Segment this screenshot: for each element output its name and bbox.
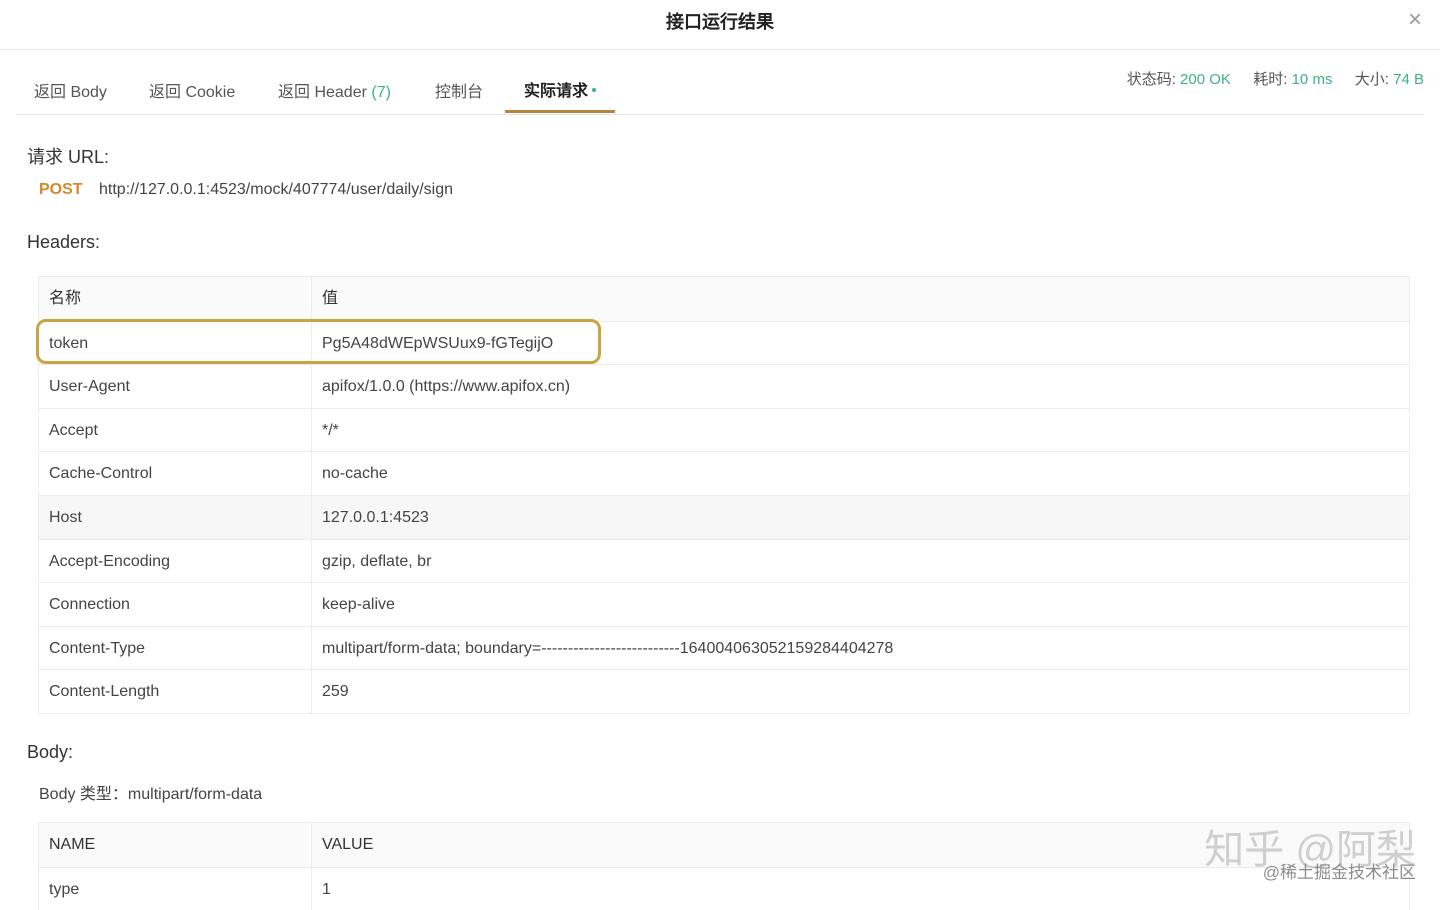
tab-label: 实际请求: [524, 83, 589, 100]
tab-response-header[interactable]: 返回 Header (7): [278, 78, 391, 102]
tab-count-badge: (7): [371, 84, 391, 101]
column-header-name: NAME: [39, 823, 312, 867]
size-value: 74 B: [1393, 71, 1424, 88]
api-result-modal: 接口运行结果 × 返回 Body 返回 Cookie 返回 Header (7)…: [0, 0, 1440, 910]
table-row: Content-Length 259: [39, 669, 1409, 713]
tab-response-body[interactable]: 返回 Body: [34, 78, 107, 102]
tab-label: 返回 Body: [34, 84, 107, 101]
header-name-cell: User-Agent: [39, 365, 312, 408]
result-tabs: 返回 Body 返回 Cookie 返回 Header (7) 控制台 实际请求…: [16, 50, 1424, 115]
headers-table: 名称 值 token Pg5A48dWEpWSUux9-fGTegijO Use…: [38, 276, 1410, 714]
table-row: Host 127.0.0.1:4523: [39, 494, 1409, 539]
table-row: Content-Type multipart/form-data; bounda…: [39, 625, 1409, 670]
close-icon[interactable]: ×: [1404, 8, 1426, 32]
header-value-cell: */*: [322, 421, 339, 439]
request-url-title: 请求 URL:: [27, 147, 110, 167]
header-name-cell: Cache-Control: [39, 452, 312, 495]
request-url-line: POST http://127.0.0.1:4523/mock/407774/u…: [39, 181, 453, 199]
table-row: Cache-Control no-cache: [39, 451, 1409, 495]
header-name-cell: Accept: [39, 408, 312, 452]
table-header-row: NAME VALUE: [39, 823, 1409, 867]
table-row: Accept-Encoding gzip, deflate, br: [39, 538, 1409, 583]
request-url: http://127.0.0.1:4523/mock/407774/user/d…: [99, 181, 454, 198]
active-dot-icon: [592, 87, 597, 92]
tab-response-cookie[interactable]: 返回 Cookie: [149, 78, 235, 102]
headers-title: Headers:: [27, 232, 101, 252]
column-header-value: 值: [322, 290, 339, 307]
table-row: Connection keep-alive: [39, 582, 1409, 626]
tab-label: 返回 Cookie: [149, 84, 236, 101]
body-table: NAME VALUE type 1: [38, 822, 1410, 910]
modal-header: 接口运行结果 ×: [0, 0, 1440, 50]
body-name-cell: type: [39, 867, 312, 910]
header-name-cell: Accept-Encoding: [39, 539, 312, 583]
table-row: type 1: [39, 866, 1409, 910]
time-value: 10 ms: [1291, 71, 1333, 88]
table-header-row: 名称 值: [39, 277, 1409, 321]
body-type-line: Body 类型：multipart/form-data: [39, 786, 263, 803]
header-name-cell: token: [39, 321, 312, 365]
header-value-cell: gzip, deflate, br: [322, 552, 432, 570]
header-value-cell: 127.0.0.1:4523: [322, 508, 429, 526]
header-value-cell: Pg5A48dWEpWSUux9-fGTegijO: [322, 334, 554, 352]
column-header-name: 名称: [39, 277, 312, 321]
column-header-value: VALUE: [322, 836, 374, 853]
status-label: 状态码:: [1126, 71, 1176, 88]
table-row: token Pg5A48dWEpWSUux9-fGTegijO: [39, 320, 1409, 365]
status-value: 200 OK: [1180, 71, 1231, 88]
tab-console[interactable]: 控制台: [435, 78, 483, 102]
header-value-cell: keep-alive: [322, 596, 395, 614]
header-name-cell: Content-Length: [39, 670, 312, 713]
header-name-cell: Connection: [39, 583, 312, 626]
header-value-cell: apifox/1.0.0 (https://www.apifox.cn): [322, 378, 571, 396]
response-stats: 状态码: 200 OK 耗时: 10 ms 大小: 74 B: [1127, 68, 1424, 89]
body-title: Body:: [27, 742, 74, 762]
http-method-badge: POST: [39, 181, 83, 198]
body-value-cell: 1: [322, 880, 331, 898]
time-label: 耗时:: [1253, 71, 1288, 88]
table-row: Accept */*: [39, 407, 1409, 452]
active-tab-indicator: [505, 110, 615, 113]
modal-title: 接口运行结果: [666, 12, 774, 32]
header-value-cell: 259: [322, 683, 349, 701]
tab-actual-request[interactable]: 实际请求: [524, 77, 597, 101]
tab-label: 控制台: [435, 84, 484, 101]
table-row: User-Agent apifox/1.0.0 (https://www.api…: [39, 364, 1409, 408]
size-label: 大小:: [1354, 71, 1389, 88]
header-name-cell: Content-Type: [39, 626, 312, 670]
tab-label: 返回 Header: [278, 84, 367, 101]
header-value-cell: no-cache: [322, 465, 388, 483]
header-value-cell: multipart/form-data; boundary=----------…: [322, 639, 894, 657]
header-name-cell: Host: [39, 495, 312, 539]
